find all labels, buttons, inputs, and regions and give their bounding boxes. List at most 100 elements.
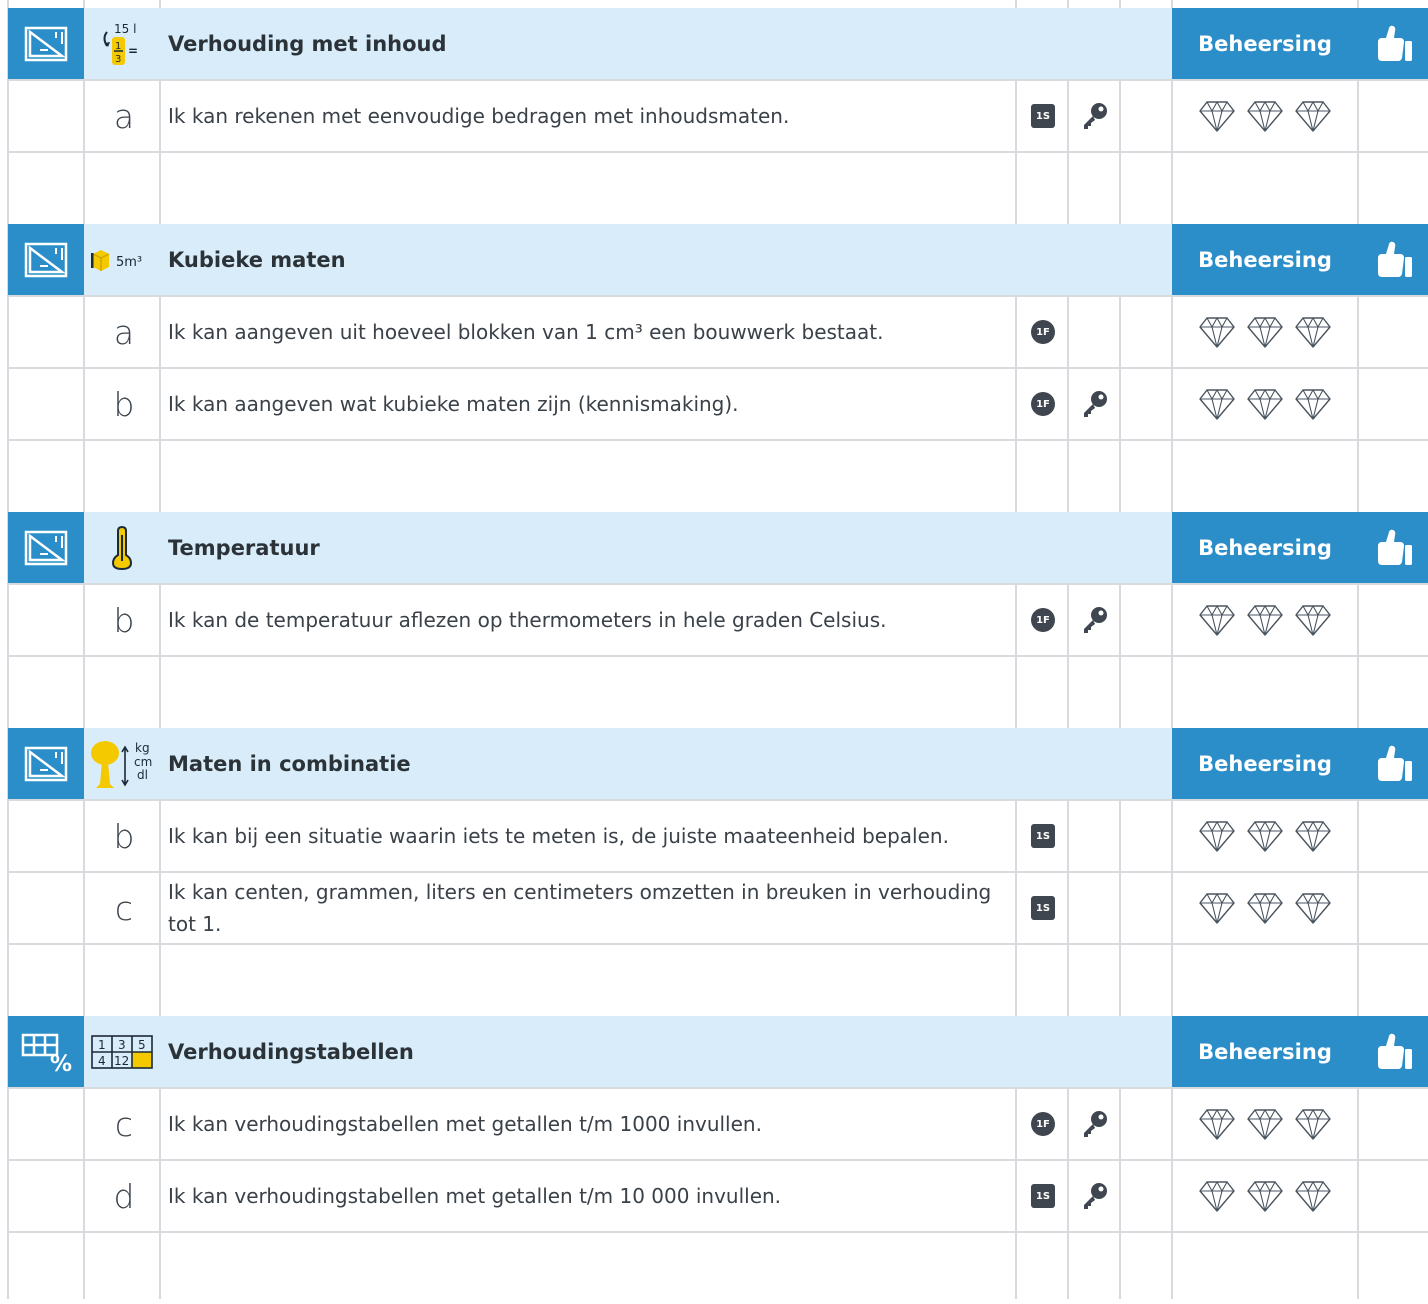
mastery-thumb-button[interactable] <box>1360 224 1428 296</box>
mastery-thumb-button[interactable] <box>1360 8 1428 80</box>
level-cell: 1F <box>1018 368 1068 440</box>
mastery-label: Beheersing <box>1198 752 1332 776</box>
diamond-rating-button[interactable] <box>1246 315 1284 349</box>
diamond-rating-button[interactable] <box>1294 1107 1332 1141</box>
level-cell: 1F <box>1018 296 1068 368</box>
diamond-icon <box>1199 101 1235 132</box>
diamond-rating-button[interactable] <box>1198 819 1236 853</box>
diamond-rating-button[interactable] <box>1294 315 1332 349</box>
learning-goals-sheet: 15 l 1 3 = Verhouding met inhoud Beheersing a I… <box>0 0 1428 1299</box>
table-percent-icon: % <box>21 1033 72 1073</box>
goal-description: Ik kan rekenen met eenvoudige bedragen m… <box>168 104 790 128</box>
level-cell: 1F <box>1018 584 1068 656</box>
level-badge: 1S <box>1031 104 1055 128</box>
diamond-rating-button[interactable] <box>1246 819 1284 853</box>
diamond-rating-button[interactable] <box>1294 387 1332 421</box>
diamond-rating-button[interactable] <box>1246 1107 1284 1141</box>
domain-badge: % <box>8 1016 84 1088</box>
key-goal-cell <box>1070 80 1120 152</box>
diamond-rating-button[interactable] <box>1198 315 1236 349</box>
diamond-icon <box>1247 605 1283 636</box>
goal-description: Ik kan centen, grammen, liters en centim… <box>168 880 992 936</box>
level-cell: 1S <box>1018 872 1068 944</box>
mastery-thumb-button[interactable] <box>1360 1016 1428 1088</box>
svg-text:dl: dl <box>137 768 148 782</box>
tree-units-icon: kgcmdl <box>91 741 152 788</box>
diamond-rating-button[interactable] <box>1294 819 1332 853</box>
empty-row <box>8 944 1428 1016</box>
diamond-icon <box>1295 389 1331 420</box>
goal-letter: b <box>113 384 135 424</box>
diamond-rating-button[interactable] <box>1198 387 1236 421</box>
thumbs-up-icon <box>1378 745 1412 781</box>
diamond-rating-button[interactable] <box>1294 99 1332 133</box>
diamond-rating-button[interactable] <box>1198 99 1236 133</box>
diamond-icon <box>1247 821 1283 852</box>
thumbs-up-icon <box>1378 241 1412 277</box>
ruler-triangle-icon <box>24 26 68 62</box>
diamond-rating-button[interactable] <box>1294 1179 1332 1213</box>
thermometer-icon <box>111 525 133 571</box>
diamond-rating-button[interactable] <box>1198 1107 1236 1141</box>
key-goal-cell <box>1070 584 1120 656</box>
diamond-rating-button[interactable] <box>1246 387 1284 421</box>
section-title: Verhouding met inhoud <box>168 32 447 56</box>
section-header: 5m³ Kubieke maten Beheersing <box>8 224 1428 296</box>
rating-diamonds <box>1172 800 1358 872</box>
diamond-rating-button[interactable] <box>1246 99 1284 133</box>
key-icon <box>1084 391 1107 417</box>
svg-text:%: % <box>50 1052 72 1073</box>
level-badge: 1S <box>1031 1184 1055 1208</box>
level-cell: 1F <box>1018 1088 1068 1160</box>
diamond-rating-button[interactable] <box>1294 891 1332 925</box>
diamond-rating-button[interactable] <box>1246 891 1284 925</box>
thumbs-up-icon <box>1378 529 1412 565</box>
cube-icon: 5m³ <box>91 250 142 271</box>
svg-text:1: 1 <box>98 1038 106 1052</box>
svg-text:3: 3 <box>118 1038 126 1052</box>
goal-description: Ik kan verhoudingstabellen met getallen … <box>168 1112 762 1136</box>
goal-row: a Ik kan rekenen met eenvoudige bedragen … <box>8 80 1428 152</box>
rating-diamonds <box>1172 872 1358 944</box>
rating-diamonds <box>1172 296 1358 368</box>
goal-row: c Ik kan verhoudingstabellen met getallen… <box>8 1088 1428 1160</box>
diamond-icon <box>1199 821 1235 852</box>
goal-letter: c <box>114 888 134 928</box>
section-header: % 1 3 5 4 12 Verhoudingstabellen Beheersing <box>8 1016 1428 1088</box>
mastery-thumb-button[interactable] <box>1360 512 1428 584</box>
goal-row: b Ik kan bij een situatie waarin iets te … <box>8 800 1428 872</box>
topic-icon-cell: 5m³ <box>84 224 160 296</box>
mastery-thumb-button[interactable] <box>1360 728 1428 800</box>
goal-row: d Ik kan verhoudingstabellen met getallen… <box>8 1160 1428 1232</box>
diamond-rating-button[interactable] <box>1246 1179 1284 1213</box>
level-badge: 1F <box>1031 608 1055 632</box>
key-icon <box>1084 1111 1107 1137</box>
section-header: kg cm dl Maten in combinatie Beheersing <box>8 728 1428 800</box>
section-title: Kubieke maten <box>168 248 346 272</box>
ruler-triangle-icon <box>24 242 68 278</box>
ratio-table-icon: 1 3 5 4 12 <box>91 1035 153 1069</box>
topic-icon-cell: kg cm dl <box>84 728 160 800</box>
goal-letter: a <box>113 312 135 352</box>
goal-letter: a <box>113 96 135 136</box>
key-icon <box>1084 607 1107 633</box>
key-goal-cell <box>1070 1160 1120 1232</box>
diamond-icon <box>1199 389 1235 420</box>
diamond-icon <box>1199 317 1235 348</box>
mastery-label: Beheersing <box>1198 32 1332 56</box>
diamond-rating-button[interactable] <box>1198 1179 1236 1213</box>
level-badge: 1F <box>1031 320 1055 344</box>
diamond-rating-button[interactable] <box>1294 603 1332 637</box>
empty-row <box>8 152 1428 224</box>
goal-letter: b <box>113 816 135 856</box>
diamond-rating-button[interactable] <box>1198 603 1236 637</box>
diamond-icon <box>1199 605 1235 636</box>
level-cell: 1S <box>1018 1160 1068 1232</box>
section-title: Temperatuur <box>168 536 320 560</box>
diamond-rating-button[interactable] <box>1198 891 1236 925</box>
goal-letter: c <box>114 1104 134 1144</box>
section-header: 15 l 1 3 = Verhouding met inhoud Beheersing <box>8 8 1428 80</box>
diamond-icon <box>1199 1181 1235 1212</box>
goal-row: b Ik kan de temperatuur aflezen op thermo… <box>8 584 1428 656</box>
diamond-rating-button[interactable] <box>1246 603 1284 637</box>
